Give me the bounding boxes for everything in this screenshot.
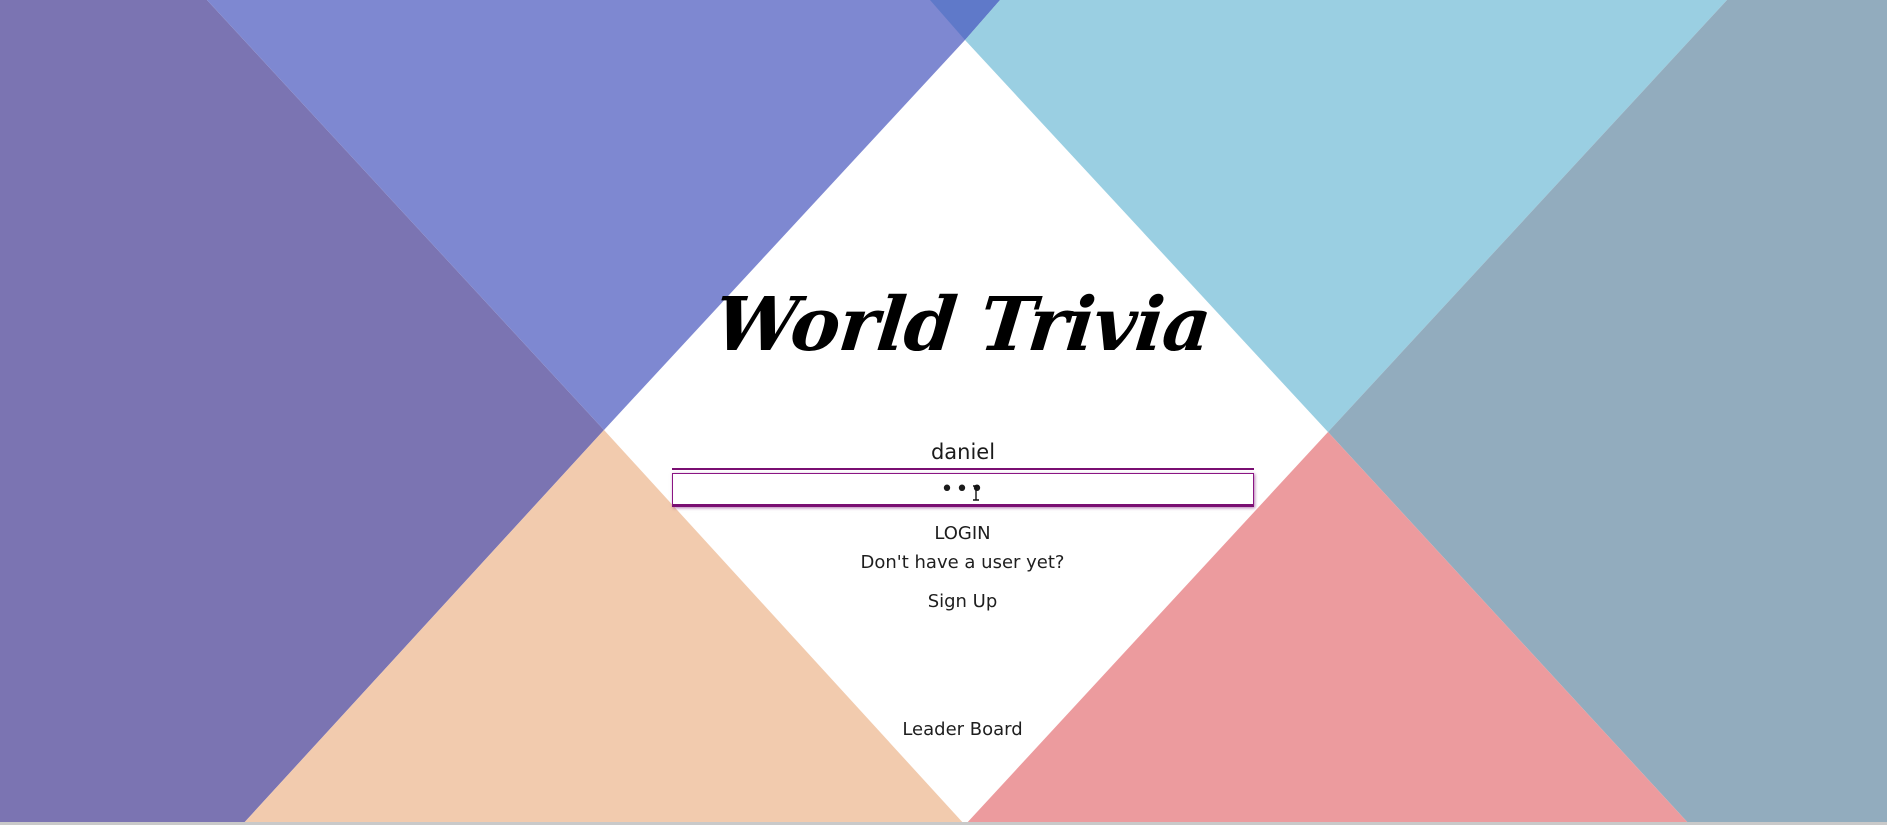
login-screen: World Trivia LOGIN Don't have a user yet… [0,0,1887,825]
leaderboard-link[interactable]: Leader Board [0,719,1887,740]
login-button[interactable]: LOGIN [0,523,1887,544]
background-triangles [0,0,1887,825]
username-field[interactable] [672,436,1254,470]
signup-button[interactable]: Sign Up [0,591,1887,612]
i-beam-cursor-icon [973,485,979,501]
app-title: World Trivia [710,282,1215,368]
signup-prompt: Don't have a user yet? [860,552,1065,573]
password-field[interactable] [672,473,1254,507]
